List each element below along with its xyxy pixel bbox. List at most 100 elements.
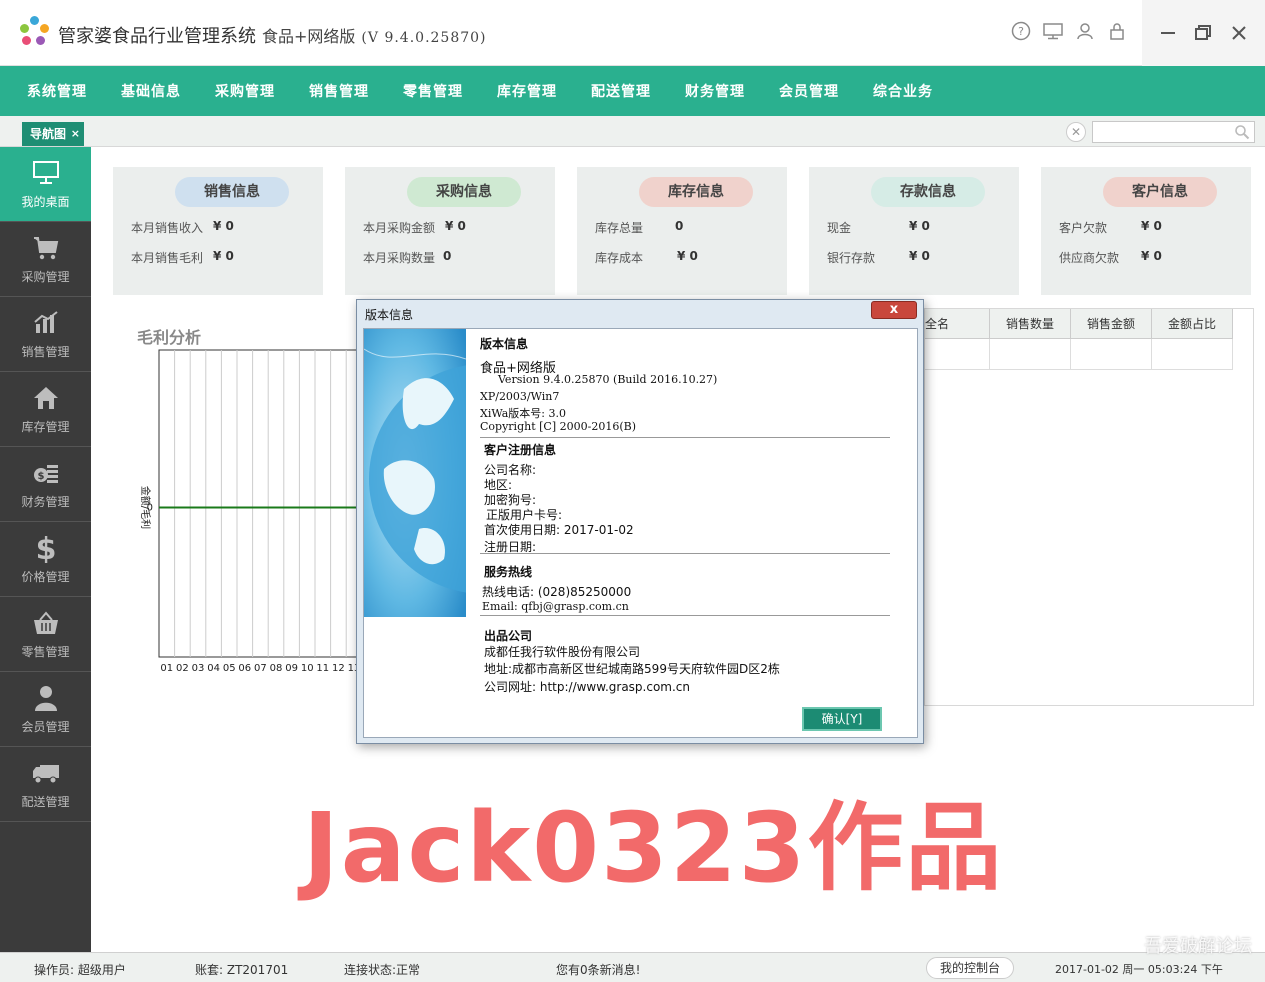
section-version-heading: 版本信息 (480, 337, 529, 351)
x-tick-label: 07 (254, 663, 267, 674)
status-messages[interactable]: 您有0条新消息! (556, 961, 640, 978)
card-row: 供应商欠款 ¥ 0 (1059, 249, 1162, 265)
lock-icon[interactable] (1106, 20, 1128, 42)
status-operator: 操作员: 超级用户 (34, 963, 126, 977)
menu-sales[interactable]: 销售管理 (292, 81, 386, 101)
sidebar-item-inventory[interactable]: 库存管理 (0, 372, 91, 447)
menu-finance[interactable]: 财务管理 (668, 81, 762, 101)
card-inventory-info: 库存信息 库存总量 0 库存成本 ¥ 0 (577, 167, 787, 295)
sidebar-item-label: 销售管理 (21, 344, 70, 359)
x-tick-label: 08 (270, 663, 283, 674)
x-tick-label: 01 (160, 663, 173, 674)
col-sales-qty[interactable]: 销售数量 (990, 309, 1071, 338)
publisher-name-text: 成都任我行软件股份有限公司 (484, 645, 641, 659)
search-input[interactable] (1092, 121, 1255, 143)
y-axis-label: 金额/毛利 (139, 486, 152, 529)
menu-inventory[interactable]: 库存管理 (480, 81, 574, 101)
my-console-button[interactable]: 我的控制台 (926, 957, 1014, 979)
card-value: 0 (443, 249, 452, 263)
monitor-icon (31, 159, 61, 187)
svg-text:$: $ (37, 471, 44, 482)
card-title: 采购信息 (407, 177, 521, 207)
publisher-website-text: 公司网址: http://www.grasp.com.cn (484, 680, 691, 694)
sidebar-item-label: 配送管理 (21, 794, 70, 809)
search-icon[interactable] (1234, 124, 1250, 140)
menu-retail[interactable]: 零售管理 (386, 81, 480, 101)
globe-image (364, 329, 466, 617)
svg-text:?: ? (1018, 25, 1024, 38)
card-row: 库存成本 ¥ 0 (595, 249, 698, 265)
x-tick-label: 12 (332, 663, 345, 674)
table-row (925, 339, 1233, 370)
sidebar-item-label: 财务管理 (21, 494, 70, 509)
sidebar-item-label: 库存管理 (21, 419, 70, 434)
sidebar-item-retail[interactable]: 零售管理 (0, 597, 91, 672)
app-title: 管家婆食品行业管理系统 食品+网络版 (V 9.4.0.25870) (58, 26, 487, 47)
card-title: 客户信息 (1103, 177, 1217, 207)
gross-profit-chart: 01 02 03 04 05 06 07 08 09 10 11 12 130金额/毛利 (139, 349, 360, 674)
card-title: 销售信息 (175, 177, 289, 207)
section-hotline-heading: 服务热线 (484, 565, 533, 579)
sidebar-item-member[interactable]: 会员管理 (0, 672, 91, 747)
tab-close-icon[interactable]: × (71, 122, 80, 146)
search-clear-icon[interactable]: ✕ (1066, 122, 1086, 142)
window-controls (1142, 0, 1265, 66)
sidebar-item-label: 会员管理 (21, 719, 70, 734)
menu-purchase[interactable]: 采购管理 (198, 81, 292, 101)
status-account: 账套: ZT201701 (195, 963, 289, 977)
card-row: 本月采购金额 ¥ 0 (363, 219, 466, 235)
x-tick-label: 03 (192, 663, 205, 674)
restore-button[interactable] (1190, 20, 1216, 46)
dialog-body: 版本信息 食品+网络版 Version 9.4.0.25870 (Build 2… (363, 328, 918, 738)
table-header: 全名 销售数量 销售金额 金额占比 (925, 309, 1233, 339)
sidebar: 我的桌面 采购管理 销售管理 库存管理 $ 财务管理 $ 价格管理 零售管理 会… (0, 147, 91, 952)
card-row: 本月销售收入 ¥ 0 (131, 219, 234, 235)
card-value: ¥ 0 (213, 219, 234, 233)
money-icon: $ (31, 459, 61, 487)
plot-area (158, 349, 360, 658)
version-dialog: 版本信息 x 版本信息 食品+网络版 Version 9.4.0.25870 (… (356, 299, 924, 744)
menu-basic-info[interactable]: 基础信息 (104, 81, 198, 101)
sidebar-item-label: 采购管理 (21, 269, 70, 284)
status-datetime: 2017-01-02 周一 05:03:24 下午 (1055, 963, 1223, 976)
close-button[interactable] (1226, 20, 1252, 46)
menu-delivery[interactable]: 配送管理 (574, 81, 668, 101)
menu-system[interactable]: 系统管理 (10, 81, 104, 101)
col-name[interactable]: 全名 (925, 309, 990, 338)
x-tick-label: 04 (207, 663, 220, 674)
x-tick-label: 06 (238, 663, 251, 674)
house-icon (31, 384, 61, 412)
sidebar-item-price[interactable]: $ 价格管理 (0, 522, 91, 597)
sidebar-item-desktop[interactable]: 我的桌面 (0, 147, 91, 222)
section-registration-heading: 客户注册信息 (484, 443, 557, 457)
user-icon[interactable] (1074, 20, 1096, 42)
sidebar-item-purchase[interactable]: 采购管理 (0, 222, 91, 297)
x-tick-label: 02 (176, 663, 189, 674)
minimize-button[interactable] (1155, 20, 1181, 46)
card-customer-info: 客户信息 客户欠款 ¥ 0 供应商欠款 ¥ 0 (1041, 167, 1251, 295)
tab-navigation[interactable]: 导航图 × (22, 122, 84, 146)
divider (480, 437, 890, 438)
card-deposit-info: 存款信息 现金 ¥ 0 银行存款 ¥ 0 (809, 167, 1019, 295)
card-value: 0 (675, 219, 684, 233)
col-sales-amount[interactable]: 销售金额 (1071, 309, 1152, 338)
menu-integrated[interactable]: 综合业务 (856, 81, 950, 101)
sidebar-item-delivery[interactable]: 配送管理 (0, 747, 91, 822)
col-amount-ratio[interactable]: 金额占比 (1152, 309, 1233, 338)
card-row: 客户欠款 ¥ 0 (1059, 219, 1162, 235)
sidebar-item-label: 零售管理 (21, 644, 70, 659)
menu-member[interactable]: 会员管理 (762, 81, 856, 101)
status-connection: 连接状态:正常 (344, 963, 421, 977)
card-row: 银行存款 ¥ 0 (827, 249, 930, 265)
confirm-button[interactable]: 确认[Y] (802, 707, 882, 731)
copyright-text: Copyright [C] 2000-2016(B) (480, 420, 636, 433)
sidebar-item-finance[interactable]: $ 财务管理 (0, 447, 91, 522)
dialog-close-button[interactable]: x (871, 301, 917, 319)
sidebar-item-sales[interactable]: 销售管理 (0, 297, 91, 372)
build-text: Version 9.4.0.25870 (Build 2016.10.27) (498, 373, 718, 386)
card-title: 库存信息 (639, 177, 753, 207)
monitor-icon[interactable] (1042, 20, 1064, 42)
x-tick-label: 09 (285, 663, 298, 674)
help-icon[interactable]: ? (1010, 20, 1032, 42)
svg-text:$: $ (35, 533, 56, 563)
